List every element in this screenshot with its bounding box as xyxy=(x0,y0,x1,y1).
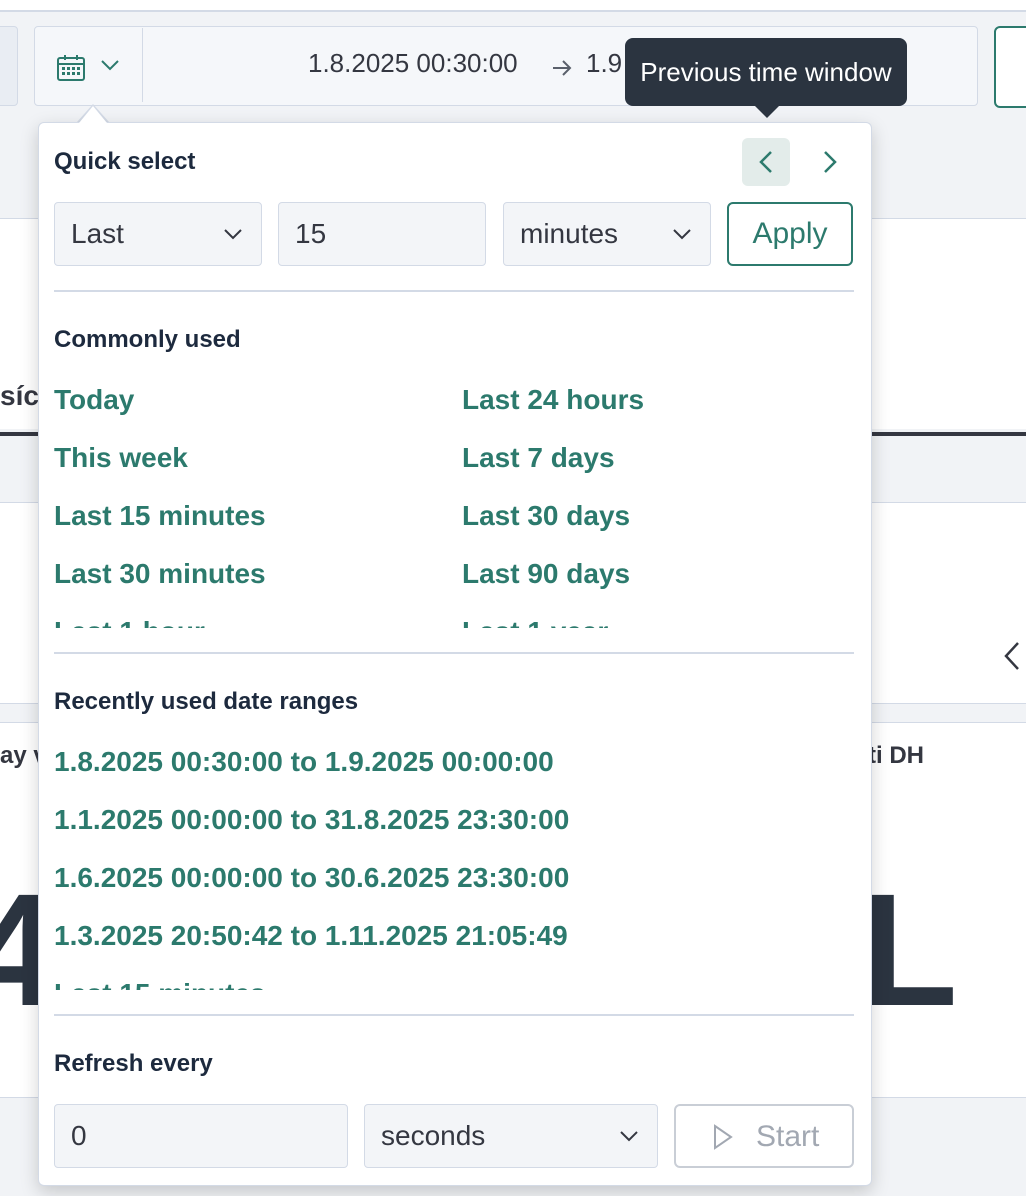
popover-arrow-inner xyxy=(79,106,107,123)
recent-range-item[interactable]: 1.1.2025 00:00:00 to 31.8.2025 23:30:00 xyxy=(54,804,569,836)
previous-window-button[interactable] xyxy=(742,138,790,186)
range-end-text[interactable]: 1.9 xyxy=(586,48,622,79)
commonly-used-item[interactable]: Last 30 minutes xyxy=(54,558,266,590)
commonly-used-item[interactable]: This week xyxy=(54,442,188,474)
recently-used-title: Recently used date ranges xyxy=(54,688,359,715)
direction-select[interactable]: Last xyxy=(54,202,262,266)
tooltip: Previous time window xyxy=(625,38,907,106)
refresh-title: Refresh every xyxy=(54,1050,213,1077)
recent-range-item[interactable]: 1.8.2025 00:30:00 to 1.9.2025 00:00:00 xyxy=(54,746,554,778)
quick-select-title: Quick select xyxy=(54,148,196,175)
tooltip-arrow xyxy=(753,104,781,118)
refresh-interval-input[interactable]: 0 xyxy=(54,1104,348,1168)
commonly-used-item[interactable]: Last 1 year xyxy=(462,616,608,628)
commonly-used-item[interactable]: Last 30 days xyxy=(462,500,630,532)
chevron-down-icon xyxy=(100,58,120,77)
divider xyxy=(54,290,854,292)
amount-input[interactable]: 15 xyxy=(278,202,486,266)
recent-range-item[interactable]: 1.3.2025 20:50:42 to 1.11.2025 21:05:49 xyxy=(54,920,568,952)
metric-value-right: L xyxy=(860,860,958,1039)
quick-select-popover xyxy=(38,122,872,1186)
amount-value: 15 xyxy=(295,218,327,249)
chevron-right-icon xyxy=(824,151,837,173)
chevron-down-icon xyxy=(620,1131,638,1142)
commonly-used-list: Today This week Last 15 minutes Last 30 … xyxy=(54,380,854,628)
divider xyxy=(54,1014,854,1016)
direction-value: Last xyxy=(71,218,124,249)
arrow-right-icon xyxy=(552,59,572,82)
commonly-used-item[interactable]: Last 1 hour xyxy=(54,616,205,628)
divider xyxy=(54,652,854,654)
top-border xyxy=(0,0,1026,12)
commonly-used-title: Commonly used xyxy=(54,326,241,353)
metric-label-right: ti DH xyxy=(868,742,924,769)
commonly-used-item[interactable]: Last 7 days xyxy=(462,442,615,474)
play-icon xyxy=(714,1124,733,1150)
chevron-down-icon xyxy=(673,229,691,240)
refresh-interval-value: 0 xyxy=(71,1120,87,1151)
commonly-used-item[interactable]: Last 24 hours xyxy=(462,384,644,416)
recent-range-item[interactable]: 1.6.2025 00:00:00 to 30.6.2025 23:30:00 xyxy=(54,862,569,894)
next-window-button[interactable] xyxy=(806,138,854,186)
unit-select[interactable]: minutes xyxy=(503,202,711,266)
refresh-unit-select[interactable]: seconds xyxy=(364,1104,658,1168)
left-control[interactable] xyxy=(0,26,18,106)
start-button-label: Start xyxy=(756,1120,820,1153)
commonly-used-item[interactable]: Last 90 days xyxy=(462,558,630,590)
recent-range-item[interactable]: Last 15 minutes xyxy=(54,978,266,990)
calendar-icon xyxy=(56,54,86,87)
apply-button[interactable]: Apply xyxy=(727,202,853,266)
chevron-left-icon xyxy=(759,151,772,173)
refresh-unit-value: seconds xyxy=(381,1120,486,1151)
update-button[interactable] xyxy=(994,26,1026,108)
recently-used-list: 1.8.2025 00:30:00 to 1.9.2025 00:00:00 1… xyxy=(54,742,854,990)
chevron-left-icon[interactable] xyxy=(1002,641,1022,676)
unit-value: minutes xyxy=(520,218,619,249)
commonly-used-item[interactable]: Today xyxy=(54,384,134,416)
commonly-used-item[interactable]: Last 15 minutes xyxy=(54,500,266,532)
range-start-text[interactable]: 1.8.2025 00:30:00 xyxy=(308,48,518,79)
chevron-down-icon xyxy=(224,229,242,240)
quick-menu-button[interactable] xyxy=(36,28,143,102)
